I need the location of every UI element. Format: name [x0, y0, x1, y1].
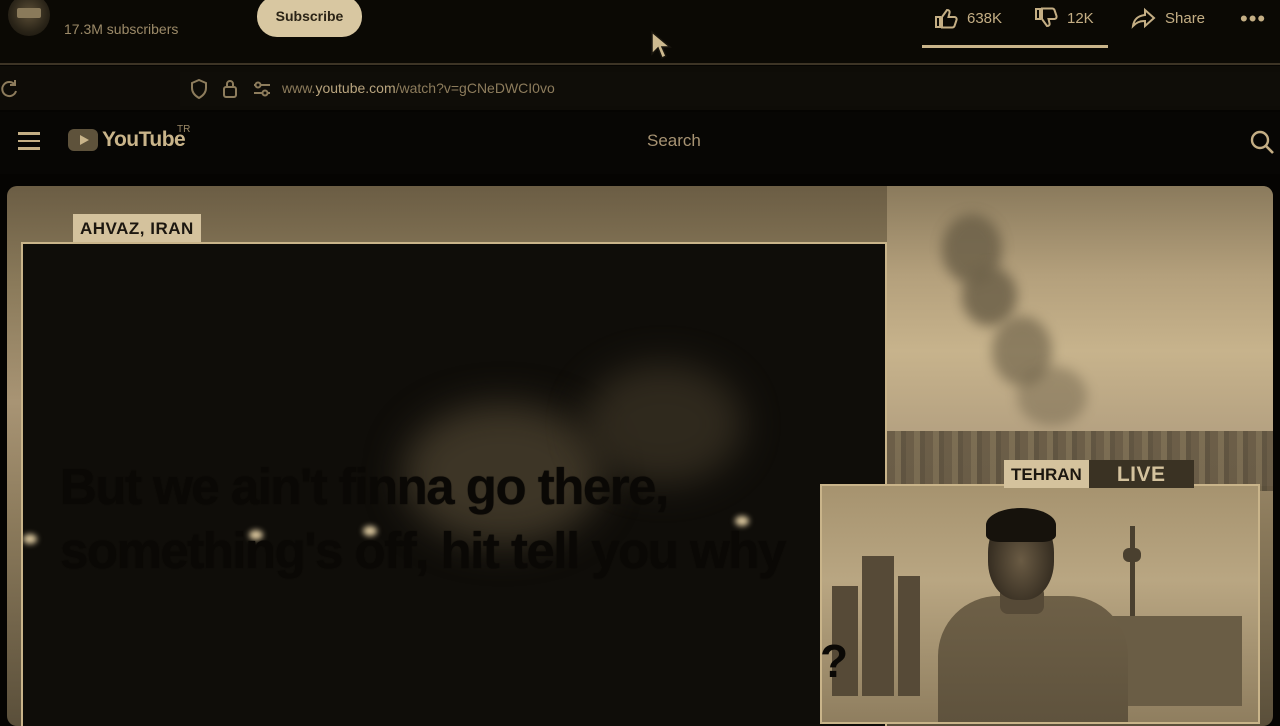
youtube-wordmark: YouTube [102, 128, 186, 151]
reporter-hair [986, 508, 1056, 542]
dislike-count: 12K [1067, 9, 1094, 27]
shield-icon[interactable] [190, 79, 208, 99]
like-icon [935, 8, 958, 29]
subscriber-count: 17.3M subscribers [64, 21, 179, 37]
share-button[interactable]: Share [1131, 6, 1205, 30]
share-icon [1131, 7, 1156, 29]
dislike-icon [1035, 7, 1058, 28]
light-spark [23, 534, 37, 544]
youtube-logo[interactable]: YouTube [68, 128, 186, 152]
smoke-plume [962, 266, 1017, 326]
share-label: Share [1165, 9, 1206, 27]
caption-line-3: ? [820, 635, 849, 687]
search-icon[interactable] [1249, 129, 1275, 155]
divider [0, 63, 1280, 65]
building [898, 576, 920, 696]
search-input[interactable]: Search [647, 131, 701, 151]
country-code: TR [177, 124, 191, 135]
url-path: /watch?v=gCNeDWCI0vo [395, 80, 555, 96]
youtube-header [0, 112, 1280, 174]
url-domain: youtube.com [315, 80, 396, 96]
menu-icon[interactable] [18, 132, 40, 150]
url-prefix: www. [282, 80, 316, 96]
cursor-icon [651, 30, 672, 60]
permissions-icon[interactable] [252, 79, 272, 99]
caption-line-2: something's off, hit tell you why [60, 522, 786, 579]
lock-icon[interactable] [222, 79, 238, 99]
like-button[interactable]: 638K [933, 6, 1002, 30]
location-tag: AHVAZ, IRAN [73, 214, 201, 242]
pip-tag: TEHRAN LIVE [1004, 460, 1194, 488]
refresh-icon[interactable] [0, 79, 20, 99]
url-text[interactable]: www.youtube.com/watch?v=gCNeDWCI0vo [282, 80, 555, 96]
like-count: 638K [967, 9, 1003, 27]
reporter-body [938, 596, 1128, 722]
smoke-plume [1017, 366, 1087, 426]
subtitle-caption: But we ain't finna go there, something's… [60, 455, 900, 583]
like-dislike-underline [922, 45, 1108, 48]
caption-line-1: But we ain't finna go there, [60, 458, 669, 515]
dislike-button[interactable]: 12K [1033, 6, 1094, 30]
more-actions-button[interactable]: ••• [1240, 6, 1266, 32]
live-badge: LIVE [1088, 460, 1194, 488]
milad-tower-pod [1123, 548, 1141, 562]
youtube-play-icon [68, 129, 98, 151]
pip-city-label: TEHRAN [1004, 460, 1089, 488]
subscribe-button[interactable]: Subscribe [257, 0, 362, 37]
